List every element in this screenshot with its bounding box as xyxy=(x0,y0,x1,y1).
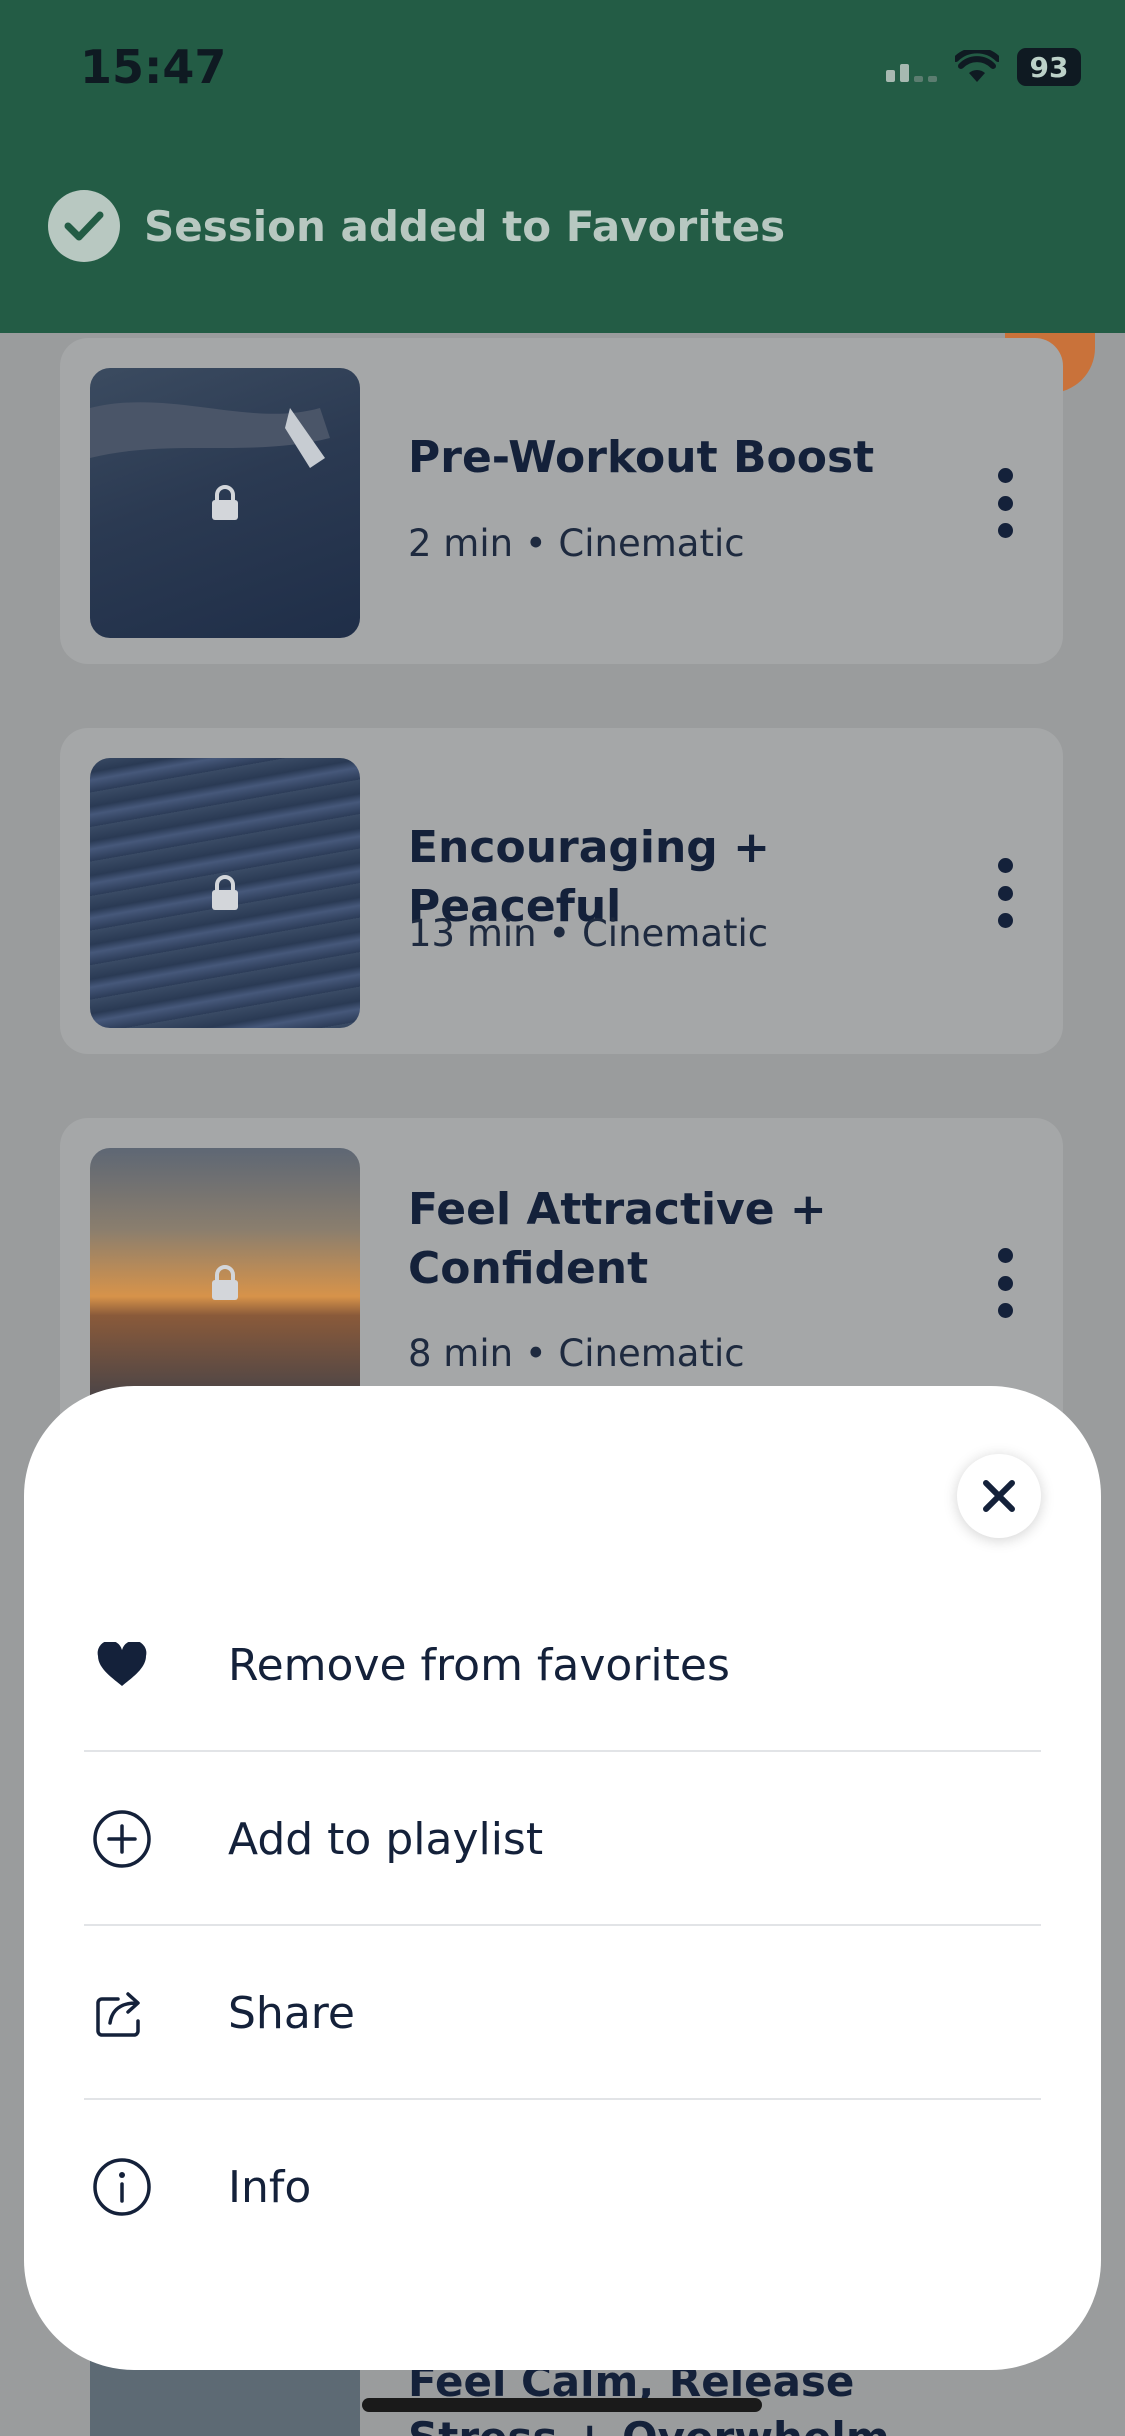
session-thumbnail xyxy=(90,758,360,1028)
session-title: Feel Attractive + Confident xyxy=(408,1184,827,1294)
add-to-playlist-button[interactable]: Add to playlist xyxy=(84,1752,1041,1926)
options-sheet: Remove from favorites Add to playlist Sh… xyxy=(24,1386,1101,2370)
status-time: 15:47 xyxy=(80,40,227,94)
close-icon xyxy=(983,1480,1015,1512)
session-card[interactable]: Pre-Workout Boost 2 min • Cinematic xyxy=(60,338,1063,664)
menu-item-label: Share xyxy=(228,1987,355,2039)
session-meta: 2 min • Cinematic xyxy=(408,522,745,565)
menu-item-label: Info xyxy=(228,2161,312,2213)
session-card[interactable]: Encouraging + Peaceful 13 min • Cinemati… xyxy=(60,728,1063,1054)
check-circle-icon xyxy=(48,190,120,262)
lock-icon xyxy=(212,1265,238,1300)
session-title: Pre-Workout Boost xyxy=(408,432,875,483)
close-button[interactable] xyxy=(957,1454,1041,1538)
home-indicator xyxy=(362,2398,762,2412)
share-button[interactable]: Share xyxy=(84,1926,1041,2100)
session-thumbnail xyxy=(90,1148,360,1418)
heart-icon xyxy=(90,1633,154,1697)
wifi-icon xyxy=(955,50,999,82)
remove-favorite-button[interactable]: Remove from favorites xyxy=(84,1578,1041,1752)
session-thumbnail xyxy=(90,368,360,638)
lock-icon xyxy=(212,485,238,520)
session-meta: 13 min • Cinematic xyxy=(408,912,769,955)
info-button[interactable]: Info xyxy=(84,2100,1041,2274)
lock-icon xyxy=(212,875,238,910)
share-icon xyxy=(90,1981,154,2045)
session-meta: 8 min • Cinematic xyxy=(408,1332,745,1375)
menu-item-label: Remove from favorites xyxy=(228,1639,730,1691)
more-options-icon[interactable] xyxy=(993,468,1017,538)
battery-indicator: 93 xyxy=(1017,48,1081,86)
more-options-icon[interactable] xyxy=(993,1248,1017,1318)
toast-message: Session added to Favorites xyxy=(144,201,786,251)
toast-content: Session added to Favorites xyxy=(48,190,785,262)
menu-item-label: Add to playlist xyxy=(228,1813,544,1865)
signal-icon xyxy=(886,52,937,82)
session-thumbnail xyxy=(90,2360,360,2436)
info-icon xyxy=(90,2155,154,2219)
plus-circle-icon xyxy=(90,1807,154,1871)
more-options-icon[interactable] xyxy=(993,858,1017,928)
toast-banner: 15:47 93 Session added to Favorites xyxy=(0,0,1125,333)
status-icons: 93 xyxy=(886,48,1081,86)
